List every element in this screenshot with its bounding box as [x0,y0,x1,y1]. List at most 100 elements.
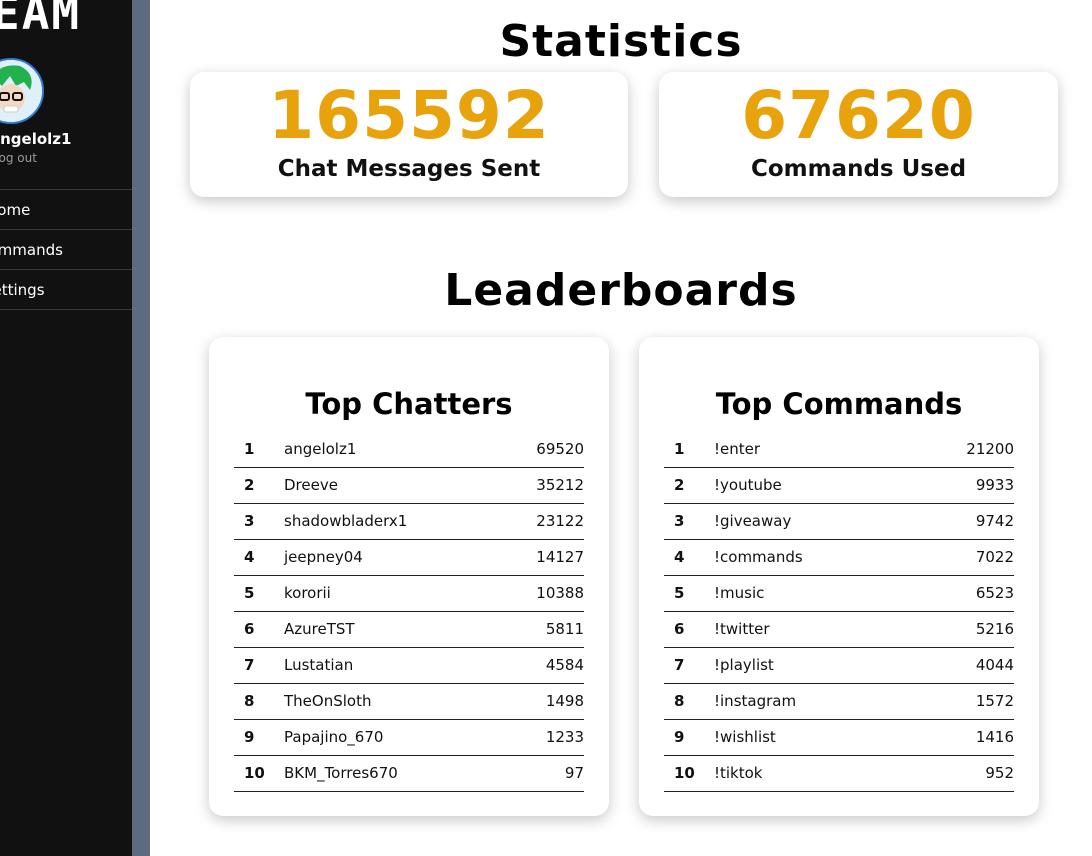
rank-cell: 3 [674,512,685,530]
commands-used-value: 67620 [741,77,976,154]
table-row: 9 !wishlist 1416 [664,719,1014,755]
message-count: 14127 [536,548,584,566]
sidebar-item-label: Commands [0,240,63,259]
top-commands-board: Top Commands 1 !enter 21200 2 !youtube 9933 … [639,337,1039,816]
use-count: 6523 [975,584,1014,602]
command-name: !commands [714,548,803,566]
username: angelolz1 [0,130,72,148]
rank-cell: 7 [674,656,685,674]
rank-cell: 10 [244,764,265,782]
command-name: !giveaway [714,512,792,530]
rank-cell: 3 [244,512,255,530]
table-row: 2 Dreeve 35212 [234,467,584,503]
avatar-icon [0,60,42,122]
chatter-name: Lustatian [284,656,354,674]
command-name: !youtube [714,476,782,494]
chatter-name: kororii [284,584,331,602]
sidebar-item-label: Settings [0,280,45,299]
table-row: 4 jeepney04 14127 [234,539,584,575]
chat-messages-label: Chat Messages Sent [277,156,541,182]
table-row: 3 shadowbladerx1 23122 [234,503,584,539]
rank-cell: 6 [674,620,685,638]
message-count: 97 [564,764,584,782]
message-count: 35212 [536,476,584,494]
chatter-name: angelolz1 [284,439,357,458]
message-count: 1233 [545,728,584,746]
rank-cell: 5 [674,584,685,602]
table-row: 4 !commands 7022 [664,539,1014,575]
chatter-name: AzureTST [284,620,355,638]
use-count: 4044 [975,656,1014,674]
table-row: 10 BKM_Torres670 97 [234,755,584,791]
table-row: 8 TheOnSloth 1498 [234,683,584,719]
sidebar-item-commands[interactable]: Commands [0,230,132,270]
command-name: !playlist [714,656,774,674]
leaderboards-title: Leaderboards [444,265,798,316]
rank-cell: 2 [244,476,255,494]
use-count: 1572 [975,692,1014,710]
logout-link[interactable]: Log out [0,151,37,165]
use-count: 9933 [975,476,1014,494]
chatter-name: TheOnSloth [284,692,372,710]
sidebar: EAM angelolz1 Log out Home Commands Sett… [0,0,132,856]
use-count: 1416 [975,728,1014,746]
top-commands-table: 1 !enter 21200 2 !youtube 9933 3 !giveaway 974… [664,431,1014,792]
chatter-name: Papajino_670 [284,728,384,746]
rank-cell: 7 [244,656,255,674]
sidebar-nav: Home Commands Settings [0,189,132,310]
table-row: 7 !playlist 4044 [664,647,1014,683]
statistics-title: Statistics [499,16,743,67]
command-name: !instagram [714,692,797,710]
table-row: 5 !music 6523 [664,575,1014,611]
avatar[interactable] [0,58,44,124]
message-count: 69520 [536,439,584,458]
message-count: 5811 [545,620,584,638]
command-name: !wishlist [714,728,776,746]
table-row: 9 Papajino_670 1233 [234,719,584,755]
rank-cell: 1 [244,439,255,458]
sidebar-item-label: Home [0,200,31,219]
stat-card-chat-messages: 165592 Chat Messages Sent [190,72,628,197]
sidebar-edge [132,0,150,856]
chat-messages-value: 165592 [268,77,550,154]
use-count: 5216 [975,620,1014,638]
rank-cell: 6 [244,620,255,638]
rank-cell: 10 [674,764,695,782]
chatter-name: Dreeve [284,476,338,494]
rank-cell: 8 [244,692,255,710]
table-row: 8 !instagram 1572 [664,683,1014,719]
site-logo[interactable]: EAM [0,0,81,40]
rank-cell: 2 [674,476,685,494]
rank-cell: 4 [244,548,255,566]
top-chatters-title: Top Chatters [305,387,513,421]
command-name: !tiktok [714,764,763,782]
use-count: 21200 [966,439,1014,458]
message-count: 23122 [536,512,584,530]
table-row: 7 Lustatian 4584 [234,647,584,683]
command-name: !twitter [714,620,770,638]
top-chatters-board: Top Chatters 1 angelolz1 69520 2 Dreeve 3521… [209,337,609,816]
rank-cell: 9 [244,728,255,746]
logo-text: EAM [0,0,82,40]
chatter-name: jeepney04 [284,548,363,566]
sidebar-item-home[interactable]: Home [0,190,132,230]
main-content: Statistics 165592 Chat Messages Sent 676… [150,0,1092,856]
table-row: 1 !enter 21200 [664,431,1014,467]
message-count: 10388 [536,584,584,602]
table-row: 5 kororii 10388 [234,575,584,611]
table-row: 1 angelolz1 69520 [234,431,584,467]
top-commands-title: Top Commands [715,387,963,421]
rank-cell: 1 [674,439,685,458]
table-row: 3 !giveaway 9742 [664,503,1014,539]
table-row: 2 !youtube 9933 [664,467,1014,503]
use-count: 7022 [975,548,1014,566]
commands-used-label: Commands Used [750,156,967,182]
rank-cell: 8 [674,692,685,710]
chatter-name: shadowbladerx1 [284,512,408,530]
use-count: 9742 [975,512,1014,530]
sidebar-item-settings[interactable]: Settings [0,270,132,310]
use-count: 952 [985,764,1014,782]
top-chatters-table: 1 angelolz1 69520 2 Dreeve 35212 3 shadowblad… [234,431,584,792]
command-name: !enter [714,439,761,458]
rank-cell: 5 [244,584,255,602]
